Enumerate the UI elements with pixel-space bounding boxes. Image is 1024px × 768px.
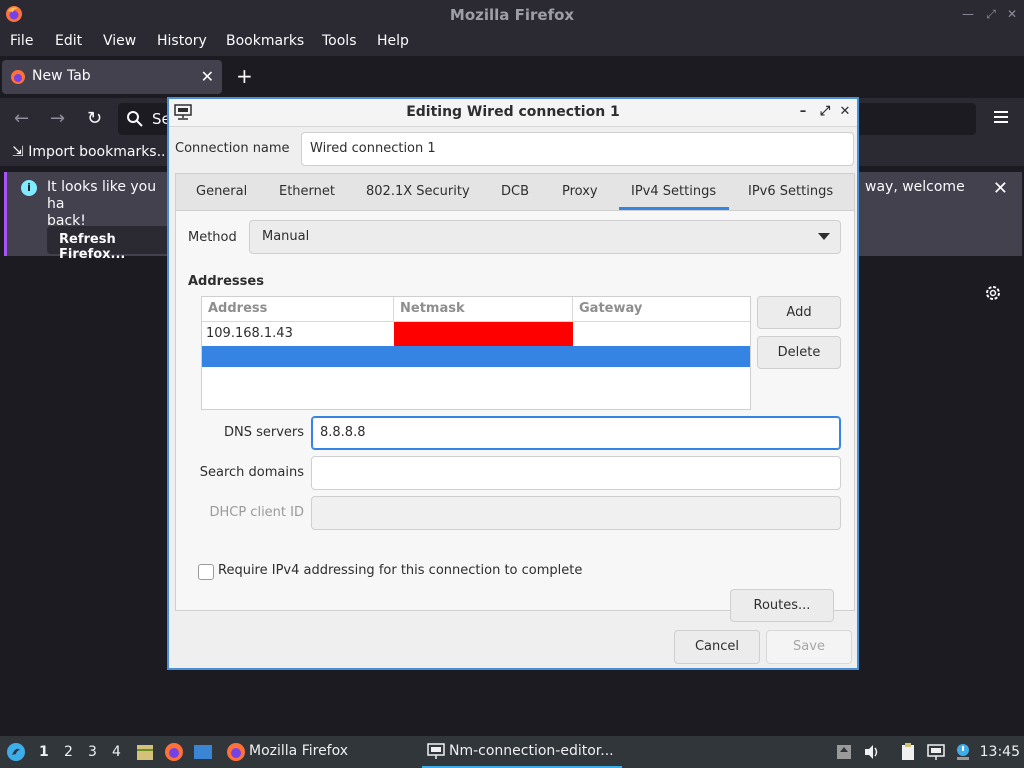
menu-view[interactable]: View <box>103 33 136 49</box>
notice-close-icon[interactable]: ✕ <box>993 178 1008 199</box>
connection-name-label: Connection name <box>175 141 290 156</box>
column-header-gateway[interactable]: Gateway <box>573 297 750 322</box>
firefox-launcher-icon[interactable] <box>164 742 184 762</box>
table-cell-netmask[interactable] <box>394 322 573 346</box>
volume-icon[interactable] <box>862 742 882 762</box>
firefox-task-icon <box>227 743 245 761</box>
connection-editor-dialog: Editing Wired connection 1 – ⤢ ✕ Connect… <box>167 97 859 670</box>
back-icon[interactable]: ← <box>14 110 29 128</box>
save-button[interactable]: Save <box>766 630 852 664</box>
window-title: Mozilla Firefox <box>449 6 575 24</box>
firefox-tab-icon <box>11 70 25 84</box>
search-icon <box>127 111 143 127</box>
menu-bookmarks[interactable]: Bookmarks <box>226 33 304 49</box>
gear-icon[interactable] <box>984 284 1002 302</box>
file-manager-icon[interactable] <box>135 742 155 762</box>
dialog-minimize-icon[interactable]: – <box>796 105 810 119</box>
tab-general[interactable]: General <box>196 184 247 199</box>
dns-servers-input[interactable]: 8.8.8.8 <box>311 416 841 450</box>
taskbar-firefox-task[interactable]: Mozilla Firefox <box>222 736 412 768</box>
desktop-icon[interactable] <box>193 742 213 762</box>
delete-button[interactable]: Delete <box>757 336 841 369</box>
table-row-selected[interactable] <box>202 346 750 367</box>
column-header-address[interactable]: Address <box>202 297 394 322</box>
method-dropdown[interactable]: Manual <box>249 220 841 254</box>
require-ipv4-label[interactable]: Require IPv4 addressing for this connect… <box>218 563 582 578</box>
column-header-netmask[interactable]: Netmask <box>394 297 573 322</box>
menu-tools[interactable]: Tools <box>322 33 357 49</box>
updates-icon[interactable] <box>834 742 854 762</box>
cancel-button[interactable]: Cancel <box>674 630 760 664</box>
menubar: File Edit View History Bookmarks Tools H… <box>0 29 1024 56</box>
network-task-icon <box>427 743 445 759</box>
tab-new-tab[interactable]: New Tab ✕ <box>2 60 222 94</box>
maximize-icon[interactable]: ⤢ <box>983 6 999 22</box>
network-tray-icon[interactable] <box>926 742 946 762</box>
menu-history[interactable]: History <box>157 33 207 49</box>
workspace-1[interactable]: 1 <box>39 744 49 760</box>
tab-8021x-security[interactable]: 802.1X Security <box>366 184 470 199</box>
chevron-down-icon <box>818 233 830 240</box>
require-ipv4-checkbox[interactable] <box>198 564 214 580</box>
active-tab-indicator <box>619 207 729 210</box>
settings-tabs: General Ethernet 802.1X Security DCB Pro… <box>176 174 854 211</box>
tab-proxy[interactable]: Proxy <box>562 184 598 199</box>
dialog-close-icon[interactable]: ✕ <box>838 105 852 119</box>
settings-notebook: General Ethernet 802.1X Security DCB Pro… <box>175 173 855 611</box>
tabbar: New Tab ✕ + <box>0 56 1024 98</box>
hamburger-menu-icon[interactable] <box>994 110 1008 124</box>
firefox-titlebar: Mozilla Firefox — ⤢ ✕ <box>0 0 1024 29</box>
import-bookmarks-link[interactable]: ⇲ Import bookmarks... <box>12 144 170 160</box>
table-cell-gateway[interactable] <box>573 322 750 346</box>
new-tab-icon[interactable]: + <box>236 66 253 86</box>
workspace-4[interactable]: 4 <box>112 744 121 760</box>
tab-ipv4-settings[interactable]: IPv4 Settings <box>631 184 716 199</box>
workspace-3[interactable]: 3 <box>88 744 97 760</box>
forward-icon[interactable]: → <box>50 110 65 128</box>
start-menu-icon[interactable] <box>6 742 26 762</box>
refresh-firefox-button[interactable]: Refresh Firefox... <box>47 226 179 262</box>
tab-ethernet[interactable]: Ethernet <box>279 184 335 199</box>
addresses-table[interactable]: Address Netmask Gateway 109.168.1.43 <box>201 296 751 410</box>
taskbar: 1 2 3 4 Mozilla Firefox Nm-connection-ed… <box>0 736 1024 768</box>
info-icon: i <box>21 180 37 196</box>
minimize-icon[interactable]: — <box>960 6 976 22</box>
menu-help[interactable]: Help <box>377 33 409 49</box>
reload-icon[interactable]: ↻ <box>87 110 102 128</box>
dialog-title: Editing Wired connection 1 <box>406 104 620 120</box>
dhcp-client-id-input[interactable] <box>311 496 841 530</box>
tab-ipv6-settings[interactable]: IPv6 Settings <box>748 184 833 199</box>
menu-edit[interactable]: Edit <box>55 33 82 49</box>
addresses-heading: Addresses <box>188 274 264 289</box>
routes-button[interactable]: Routes... <box>730 589 834 622</box>
method-label: Method <box>188 230 237 245</box>
taskbar-nm-editor-task[interactable]: Nm-connection-editor... <box>422 736 622 768</box>
tab-close-icon[interactable]: ✕ <box>201 67 214 86</box>
menu-file[interactable]: File <box>10 33 33 49</box>
connection-name-input[interactable]: Wired connection 1 <box>301 132 854 166</box>
workspace-2[interactable]: 2 <box>64 744 73 760</box>
search-domains-label: Search domains <box>199 465 304 480</box>
notice-text-tail: way, welcome <box>865 179 965 195</box>
method-value: Manual <box>262 229 310 244</box>
notice-text: It looks like you ha back! <box>47 179 157 229</box>
table-cell-address[interactable]: 109.168.1.43 <box>202 322 394 346</box>
add-button[interactable]: Add <box>757 296 841 329</box>
clock: 13:45 <box>979 744 1020 760</box>
dns-servers-label: DNS servers <box>223 425 304 440</box>
close-icon[interactable]: ✕ <box>1004 6 1020 22</box>
dhcp-client-id-label: DHCP client ID <box>209 505 304 520</box>
dialog-maximize-icon[interactable]: ⤢ <box>818 105 832 119</box>
notification-icon[interactable] <box>953 742 973 762</box>
tab-dcb[interactable]: DCB <box>501 184 529 199</box>
dialog-titlebar: Editing Wired connection 1 – ⤢ ✕ <box>169 99 857 127</box>
search-domains-input[interactable] <box>311 456 841 490</box>
clipboard-icon[interactable] <box>898 742 918 762</box>
tab-label: New Tab <box>32 68 91 84</box>
